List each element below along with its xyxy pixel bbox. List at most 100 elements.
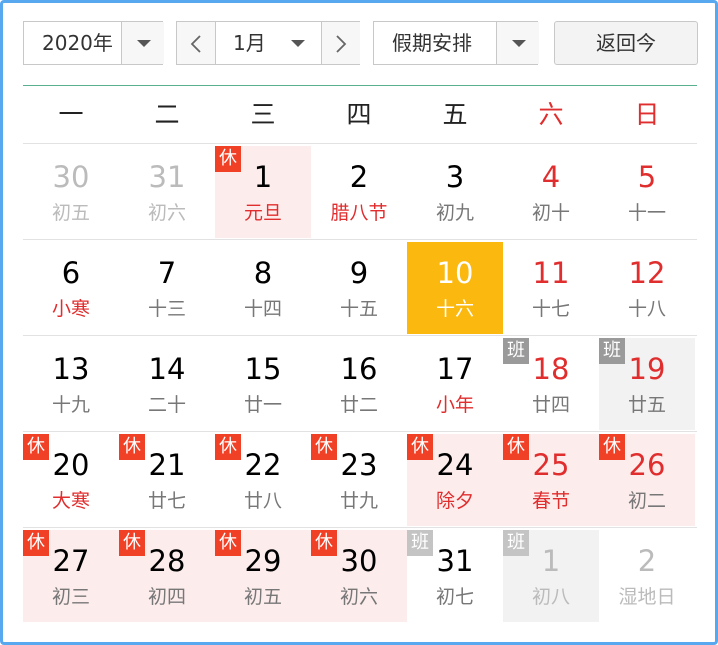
day-cell[interactable]: 17 小年	[407, 338, 503, 430]
day-cell[interactable]: 4 初十	[503, 146, 599, 238]
weekday-sat: 六	[538, 100, 564, 129]
month-value[interactable]: 1月	[233, 22, 266, 64]
day-number: 29	[244, 544, 282, 578]
day-cell[interactable]: 16 廿二	[311, 338, 407, 430]
year-select[interactable]: 2020年	[23, 21, 164, 65]
day-cell[interactable]: 9 十五	[311, 242, 407, 334]
day-cell[interactable]: 11 十七	[503, 242, 599, 334]
day-number: 31	[148, 160, 186, 194]
weekday-tue: 二	[154, 100, 180, 129]
lunar-label: 春节	[531, 490, 570, 512]
lunar-label: 廿四	[531, 394, 570, 416]
day-number: 22	[244, 448, 282, 482]
day-cell[interactable]: 3 初九	[407, 146, 503, 238]
weekday-mon: 一	[58, 100, 84, 129]
day-cell[interactable]: 班 19 廿五	[599, 338, 695, 430]
lunar-label: 十八	[627, 298, 666, 320]
lunar-label: 十五	[339, 298, 378, 320]
day-number: 20	[52, 448, 90, 482]
day-cell[interactable]: 休 27 初三	[23, 530, 119, 622]
weekday-header: 一 二 三 四 五 六 日	[23, 89, 697, 141]
lunar-label: 腊八节	[330, 202, 388, 224]
lunar-label: 廿七	[147, 490, 186, 512]
lunar-label: 初八	[531, 586, 570, 608]
chevron-right-icon	[336, 35, 347, 53]
chevron-down-icon[interactable]	[291, 40, 305, 47]
day-cell[interactable]: 30 初五	[23, 146, 119, 238]
day-cell[interactable]: 31 初六	[119, 146, 215, 238]
lunar-label: 廿八	[243, 490, 282, 512]
holiday-dropdown-button[interactable]	[496, 22, 539, 64]
lunar-label: 十九	[51, 394, 90, 416]
day-number: 1	[253, 160, 273, 194]
day-number: 5	[637, 160, 657, 194]
day-cell[interactable]: 班 18 廿四	[503, 338, 599, 430]
day-cell[interactable]: 2 湿地日	[599, 530, 695, 622]
day-number: 8	[253, 256, 273, 290]
day-cell[interactable]: 休 1 元旦	[215, 146, 311, 238]
day-number: 23	[340, 448, 378, 482]
row-divider	[23, 431, 697, 432]
day-cell[interactable]: 休 24 除夕	[407, 434, 503, 526]
day-number: 2	[349, 160, 369, 194]
lunar-label: 初五	[243, 586, 282, 608]
day-cell[interactable]: 2 腊八节	[311, 146, 407, 238]
back-to-today-button[interactable]: 返回今	[554, 21, 698, 65]
day-number: 27	[52, 544, 90, 578]
day-cell[interactable]: 14 二十	[119, 338, 215, 430]
lunar-label: 初四	[147, 586, 186, 608]
lunar-label: 廿二	[339, 394, 378, 416]
weekday-fri: 五	[442, 100, 468, 129]
weekday-sun: 日	[634, 100, 660, 129]
day-number: 1	[541, 544, 561, 578]
day-cell[interactable]: 班 31 初七	[407, 530, 503, 622]
day-cell[interactable]: 休 29 初五	[215, 530, 311, 622]
day-cell[interactable]: 休 20 大寒	[23, 434, 119, 526]
year-dropdown-button[interactable]	[121, 22, 164, 64]
chevron-down-icon	[512, 40, 526, 47]
day-number: 31	[436, 544, 474, 578]
day-number: 10	[436, 256, 474, 290]
day-number: 12	[628, 256, 666, 290]
day-number: 11	[532, 256, 570, 290]
day-cell[interactable]: 7 十三	[119, 242, 215, 334]
day-number: 21	[148, 448, 186, 482]
day-cell[interactable]: 8 十四	[215, 242, 311, 334]
day-cell[interactable]: 15 廿一	[215, 338, 311, 430]
day-cell[interactable]: 休 30 初六	[311, 530, 407, 622]
day-cell[interactable]: 12 十八	[599, 242, 695, 334]
day-cell[interactable]: 休 26 初二	[599, 434, 695, 526]
day-cell[interactable]: 休 22 廿八	[215, 434, 311, 526]
day-number: 30	[52, 160, 90, 194]
day-number: 26	[628, 448, 666, 482]
row-divider	[23, 239, 697, 240]
day-number: 7	[157, 256, 177, 290]
day-cell[interactable]: 休 28 初四	[119, 530, 215, 622]
day-cell[interactable]: 休 25 春节	[503, 434, 599, 526]
lunar-label: 小年	[435, 394, 474, 416]
chevron-down-icon	[137, 40, 151, 47]
day-cell[interactable]: 5 十一	[599, 146, 695, 238]
lunar-label: 十一	[627, 202, 666, 224]
lunar-label: 初五	[51, 202, 90, 224]
calendar-toolbar: 2020年 1月 假期安排 返回今	[23, 21, 699, 67]
day-number: 13	[52, 352, 90, 386]
weekday-thu: 四	[346, 100, 372, 129]
day-cell[interactable]: 13 十九	[23, 338, 119, 430]
day-number: 15	[244, 352, 282, 386]
holiday-select[interactable]: 假期安排	[373, 21, 539, 65]
row-divider	[23, 527, 697, 528]
prev-month-button[interactable]	[177, 22, 216, 64]
day-cell[interactable]: 班 1 初八	[503, 530, 599, 622]
calendar-widget: 2020年 1月 假期安排 返回今 一 二 三 四 五 六 日 30 初五 31…	[0, 0, 718, 645]
day-cell[interactable]: 6 小寒	[23, 242, 119, 334]
day-cell[interactable]: 休 23 廿九	[311, 434, 407, 526]
lunar-label: 初二	[627, 490, 666, 512]
lunar-label: 大寒	[51, 490, 90, 512]
next-month-button[interactable]	[321, 22, 360, 64]
day-cell-today[interactable]: 10 十六	[407, 242, 503, 334]
lunar-label: 十六	[435, 298, 474, 320]
lunar-label: 十三	[147, 298, 186, 320]
day-cell[interactable]: 休 21 廿七	[119, 434, 215, 526]
lunar-label: 十七	[531, 298, 570, 320]
